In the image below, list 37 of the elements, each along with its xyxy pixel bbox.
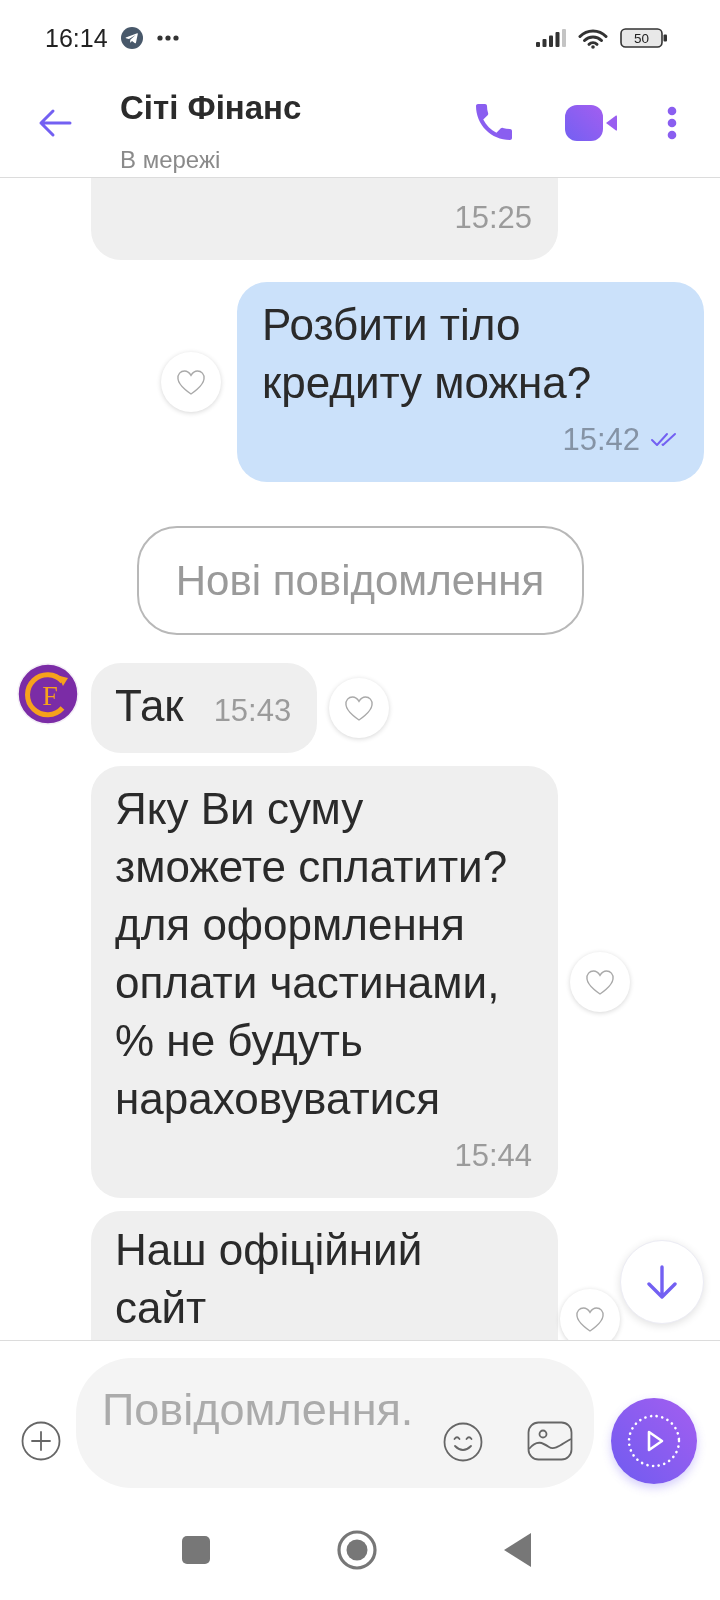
signal-icon	[536, 29, 566, 47]
message-input[interactable]: Повідомлення.	[76, 1358, 594, 1488]
message-text: Яку Ви суму зможете сплатити? для оформлення оплати частинами, % не будуть нараховуватися	[115, 783, 508, 1125]
message-text: Так	[115, 680, 184, 732]
back-icon[interactable]	[504, 1533, 531, 1567]
heart-icon	[575, 1305, 605, 1333]
image-icon[interactable]	[527, 1421, 573, 1461]
new-messages-label: Нові повідомлення	[136, 526, 584, 635]
back-arrow-icon[interactable]	[38, 108, 72, 138]
plus-icon[interactable]	[21, 1421, 61, 1461]
paper-plane-icon	[120, 27, 143, 49]
wifi-icon	[578, 27, 608, 49]
video-camera-icon[interactable]	[565, 105, 617, 141]
arrow-down-icon	[646, 1265, 678, 1299]
heart-icon	[344, 694, 375, 722]
status-time: 16:14	[45, 23, 108, 53]
play-ring-icon	[626, 1413, 682, 1469]
battery-indicator: 50	[620, 28, 668, 48]
more-icon[interactable]	[667, 106, 677, 140]
message-time: 15:25	[454, 199, 532, 237]
heart-icon	[585, 968, 615, 996]
online-status: В мережі	[120, 146, 222, 174]
message-text: Наш офіційний сайт	[115, 1224, 423, 1334]
avatar-logo: F	[17, 663, 79, 725]
smiley-icon[interactable]	[443, 1422, 483, 1462]
heart-icon	[176, 368, 206, 396]
message-time: 15:42	[562, 421, 640, 459]
message-time: 15:44	[454, 1137, 532, 1175]
message-text: Розбити тіло кредиту можна?	[262, 299, 592, 409]
play-button[interactable]	[611, 1398, 697, 1484]
chat-title: Сіті Фінанс	[120, 89, 302, 127]
phone-icon[interactable]	[475, 103, 513, 141]
home-icon[interactable]	[337, 1530, 377, 1570]
message-time: 15:43	[213, 692, 292, 730]
scroll-down-button[interactable]	[620, 1240, 704, 1324]
more-icon	[156, 35, 179, 41]
recents-icon[interactable]	[182, 1536, 210, 1564]
